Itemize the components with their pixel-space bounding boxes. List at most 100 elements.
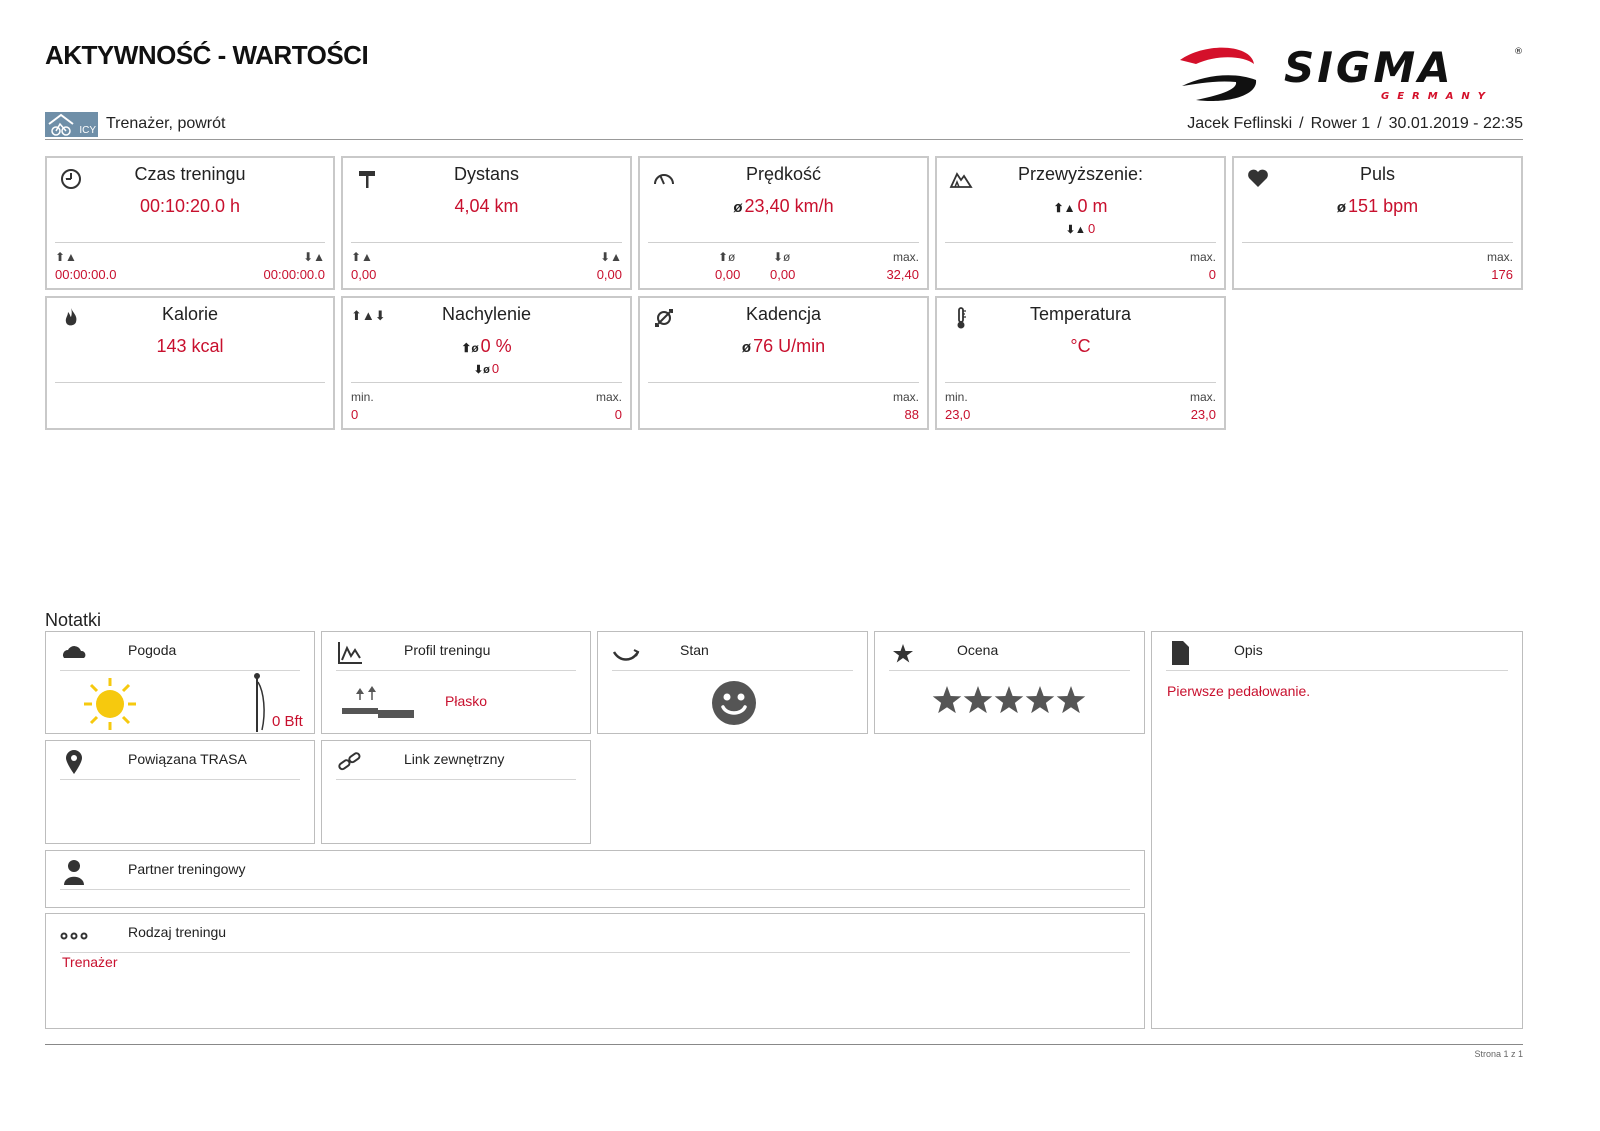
stat-title: Dystans [453,164,520,184]
divider [612,670,853,671]
stat-value: ø 23,40 km/h [733,196,834,216]
max-label: max. [595,390,622,404]
note-rating: Ocena [874,631,1145,734]
registered-mark: ® [1514,47,1523,57]
note-link: Link zewnętrzny [321,740,591,844]
note-title: Stan [680,642,709,658]
stat-max: 176 [1491,267,1513,282]
stat-card-speed: Prędkość ø 23,40 km/h ⬆ø ⬇ø max. 0,00 0,0… [638,156,929,290]
average-icon: ø [741,339,752,356]
rating-star [1056,686,1086,714]
sport-badge: ICY [79,125,96,136]
page-title: AKTYWNOŚĆ - WARTOŚCI [45,40,369,70]
logo-text: SIGMA [1284,43,1454,92]
note-title: Link zewnętrzny [404,751,505,767]
stat-downhill-value: 0,00 [596,267,622,282]
note-title: Ocena [957,642,999,658]
sigma-logo: SIGMA GERMANY ® [1180,43,1523,102]
stat-card-cadence: Kadencja ø 76 U/min max. 88 [638,296,929,430]
training-type-value: Trenażer [62,954,118,970]
stat-downhill-value: 00:00:00.0 [263,267,325,282]
average-icon: ø [733,199,743,216]
stat-sub-value: ⬇ø 0 [473,361,500,376]
divider [945,382,1216,383]
note-description: Opis Pierwsze pedałowanie. [1151,631,1523,1029]
activity-subheader: ICY Trenażer, powrót Jacek Feflinski / Row… [45,112,1523,140]
max-label: max. [892,390,919,404]
max-label: max. [1486,250,1513,264]
stat-title: Przewyższenie: [1017,164,1144,184]
cloud-icon [63,646,86,658]
note-condition: Stan [597,631,868,734]
stat-card-pulse: Puls ø 151 bpm max. 176 [1232,156,1523,290]
max-label: max. [892,250,919,264]
note-weather: Pogoda 0 Bft [45,631,315,734]
stat-value: ⬆ø 0 % [461,336,512,356]
stat-uphill-average: 0,00 [715,267,741,282]
description-text: Pierwsze pedałowanie. [1167,683,1311,699]
stat-title: Puls [1359,164,1395,184]
wind-sock-icon [254,673,265,732]
person-icon [64,860,84,885]
stat-downhill-average: 0,00 [770,267,796,282]
note-training-type: Rodzaj treningu Trenażer [45,913,1145,1029]
divider [60,889,1130,890]
uphill-average-icon: ⬆ø [461,341,479,355]
profile-value: Płasko [445,693,488,709]
divider [60,952,1130,953]
line-chart-icon [338,642,362,664]
note-route: Powiązana TRASA [45,740,315,844]
link-icon [338,752,361,771]
note-profile: Profil treningu Płasko [321,631,591,734]
stat-card-calories: Kalorie 143 kcal [45,296,335,430]
stat-card-altitude: Przewyższenie: ⬆▲ 0 m ⬇▲ 0 max. 0 [935,156,1226,290]
divider [55,382,325,383]
notes-heading: Notatki [45,610,102,630]
downhill-icon: ⬇▲ [600,250,622,264]
stat-min: 23,0 [945,407,971,422]
divider [351,382,622,383]
location-pin-icon [66,750,82,774]
stat-value: ø 151 bpm [1336,196,1419,216]
divider [1166,670,1508,671]
divider [351,242,622,243]
uphill-icon: ⬆▲ [55,250,77,264]
logo-subtext: GERMANY [1381,91,1493,102]
divider [1242,242,1513,243]
downhill-icon: ⬇▲ [303,250,325,264]
rating-star [963,686,993,714]
stat-uphill-value: 0,00 [351,267,377,282]
flat-terrain-icon [342,686,414,718]
stat-value: ø 76 U/min [741,336,826,356]
divider [60,670,300,671]
min-label: min. [945,390,968,404]
uphill-icon: ⬆▲ [351,250,373,264]
stat-value: 143 kcal [156,336,224,356]
stat-max: 88 [904,407,919,422]
max-label: max. [1189,390,1216,404]
stat-value: 4,04 km [454,196,519,216]
downhill-icon: ⬇▲ [1065,224,1086,236]
sport-label: Trenażer, powrót [106,115,226,132]
note-title: Rodzaj treningu [128,924,227,940]
stat-card-distance: Dystans 4,04 km ⬆▲ ⬇▲ 0,00 0,00 [341,156,632,290]
rating-star [994,686,1024,714]
activity-meta: Jacek Feflinski / Rower 1/30.01.2019 - 22:… [1187,115,1523,132]
stat-card-time: Czas treningu 00:10:20.0 h ⬆▲ ⬇▲ 00:00:0… [45,156,335,290]
stat-max: 0 [1208,267,1216,282]
uphill-average-icon: ⬆ø [718,250,736,264]
stat-max: 32,40 [886,267,919,282]
stat-sub-value: ⬇▲ 0 [1065,221,1096,236]
divider [945,242,1216,243]
rating-star [932,686,962,714]
stat-uphill-value: 00:00:00.0 [55,267,117,282]
divider [648,242,919,243]
stat-title: Czas treningu [134,164,246,184]
stat-title: Prędkość [745,164,822,184]
note-title: Pogoda [128,642,177,658]
stat-card-temperature: Temperatura °C min. max. 23,0 23,0 [935,296,1226,430]
stat-value: 00:10:20.0 h [139,196,241,216]
sun-icon [84,678,136,730]
note-partner: Partner treningowy [45,850,1145,908]
note-title: Opis [1234,642,1263,658]
